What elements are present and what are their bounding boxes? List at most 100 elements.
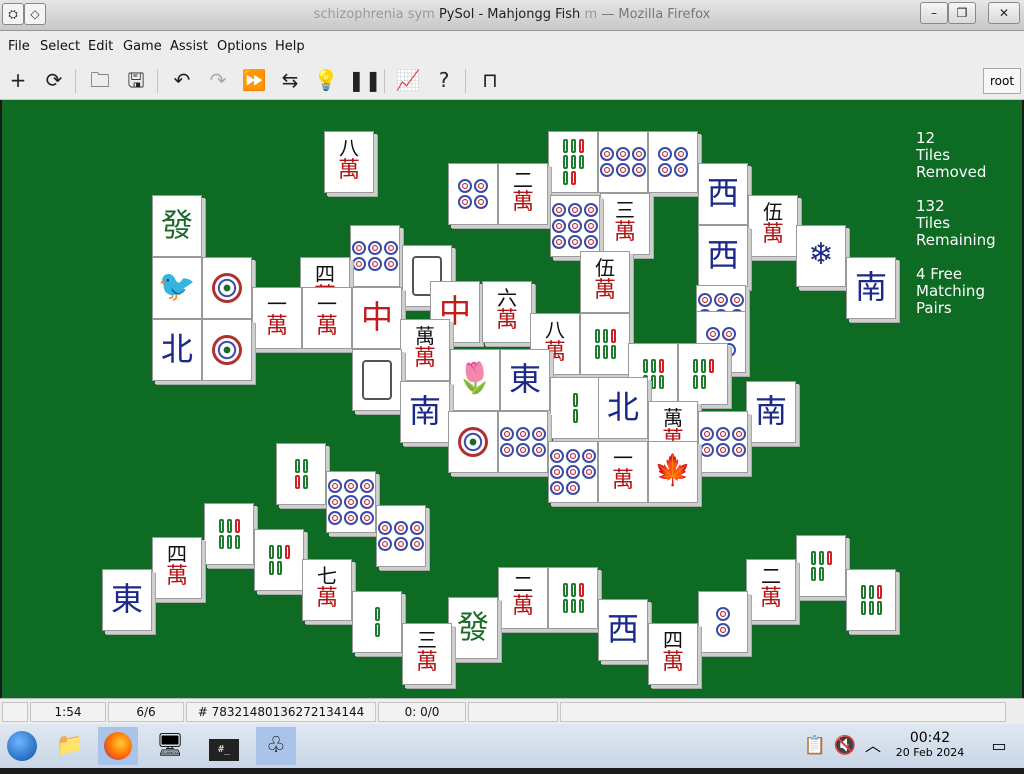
minimize-button[interactable]: – (920, 2, 948, 24)
menu-file[interactable]: File (8, 39, 30, 54)
bonus-tile[interactable]: 🍁 (648, 441, 698, 503)
character-tile[interactable]: 萬萬 (400, 319, 450, 381)
circle-tile[interactable] (648, 131, 698, 193)
bamboo-stick (692, 359, 698, 373)
honor-tile[interactable]: 東 (500, 349, 550, 411)
restart-icon[interactable]: ⟳ (40, 67, 68, 93)
start-menu-icon[interactable] (2, 727, 42, 765)
character-tile[interactable]: 四萬 (648, 623, 698, 685)
bamboo-tile[interactable] (204, 503, 254, 565)
menu-edit[interactable]: Edit (88, 39, 113, 54)
bamboo-tile[interactable] (678, 343, 728, 405)
circle-tile[interactable] (448, 163, 498, 225)
honor-tile[interactable]: 北 (152, 319, 202, 381)
circle-tile[interactable] (698, 411, 748, 473)
honor-tile[interactable]: 南 (746, 381, 796, 443)
quit-icon[interactable]: ⊓ (476, 67, 504, 93)
redo-icon[interactable]: ↷ (204, 67, 232, 93)
honor-tile[interactable]: 東 (102, 569, 152, 631)
flower-circle-tile[interactable] (448, 411, 498, 473)
free-pairs-stat: 4 Free Matching Pairs (916, 265, 985, 317)
bamboo-tile[interactable] (352, 591, 402, 653)
help-icon[interactable]: ? (430, 67, 458, 93)
menu-select[interactable]: Select (40, 39, 80, 54)
game-board[interactable]: 八萬發🐦北一萬四萬一萬中二萬三萬西伍萬❄南西中六萬伍萬八萬南🌷東北南一萬🍁萬萬東… (2, 100, 1022, 698)
bonus-tile[interactable]: 🌷 (450, 349, 500, 411)
volume-muted-icon[interactable]: 🔇 (830, 727, 860, 765)
pause-icon[interactable]: ❚❚ (348, 67, 382, 93)
open-icon[interactable]: 🗀 (86, 67, 114, 93)
character-tile[interactable]: 二萬 (498, 163, 548, 225)
character-tile[interactable]: 七萬 (302, 559, 352, 621)
bamboo-tile[interactable] (276, 443, 326, 505)
honor-tile[interactable]: 西 (698, 225, 748, 287)
clock[interactable]: 00:42 20 Feb 2024 (890, 730, 970, 759)
maximize-button[interactable]: ❐ (948, 2, 976, 24)
bamboo-tile[interactable] (548, 131, 598, 193)
clipboard-icon[interactable]: 📋 (800, 727, 830, 765)
character-tile[interactable]: 三萬 (600, 193, 650, 255)
flower-circle-tile[interactable] (202, 319, 252, 381)
undo-icon[interactable]: ↶ (168, 67, 196, 93)
character-tile[interactable]: 一萬 (598, 441, 648, 503)
honor-tile[interactable]: 西 (598, 599, 648, 661)
terminal-icon[interactable]: #_ (204, 727, 244, 765)
bamboo-tile[interactable] (254, 529, 304, 591)
circle-tile[interactable] (548, 441, 598, 503)
firefox-icon[interactable] (98, 727, 138, 765)
show-desktop-icon[interactable]: ▭ (984, 727, 1014, 765)
character-tile[interactable]: 一萬 (252, 287, 302, 349)
bamboo-tile[interactable] (548, 567, 598, 629)
character-tile[interactable]: 伍萬 (580, 251, 630, 313)
character-tile[interactable]: 八萬 (324, 131, 374, 193)
menu-options[interactable]: Options (217, 39, 267, 54)
save-icon[interactable]: 🖫 (122, 67, 150, 93)
honor-tile[interactable]: 北 (598, 377, 648, 439)
file-manager-icon[interactable]: 📁 (50, 727, 90, 765)
circle-tile[interactable] (598, 131, 648, 193)
close-button[interactable]: ✕ (988, 2, 1020, 24)
character-tile[interactable]: 一萬 (302, 287, 352, 349)
circle-tile[interactable] (498, 411, 548, 473)
honor-tile[interactable]: 西 (698, 163, 748, 225)
wan-glyph: 萬 (265, 314, 288, 339)
bamboo-tile[interactable] (846, 569, 896, 631)
tray-expand-icon[interactable]: ︿ (860, 727, 886, 765)
honor-tile[interactable]: 中 (352, 287, 402, 349)
circle-tile[interactable] (550, 195, 600, 257)
wan-glyph: 萬 (613, 220, 636, 245)
circle-tile[interactable] (698, 591, 748, 653)
character-tile[interactable]: 伍萬 (748, 195, 798, 257)
character-tile[interactable]: 二萬 (498, 567, 548, 629)
menu-help[interactable]: Help (275, 39, 305, 54)
bamboo-stick (374, 607, 380, 621)
flower-circle-tile[interactable] (202, 257, 252, 319)
circle-tile[interactable] (326, 471, 376, 533)
menu-game[interactable]: Game (123, 39, 162, 54)
character-tile[interactable]: 二萬 (746, 559, 796, 621)
circle-tile[interactable] (376, 505, 426, 567)
menu-assist[interactable]: Assist (170, 39, 208, 54)
honor-tile[interactable]: 南 (846, 257, 896, 319)
bamboo-tile[interactable] (580, 313, 630, 375)
honor-tile[interactable]: 發 (152, 195, 202, 257)
bamboo-tile[interactable] (796, 535, 846, 597)
circle-pip (328, 511, 342, 525)
shuffle-icon[interactable]: ⇆ (276, 67, 304, 93)
statistics-icon[interactable]: 📈 (394, 67, 422, 93)
autodrop-icon[interactable]: ⏩ (240, 67, 268, 93)
circle-tile[interactable] (350, 225, 400, 287)
white-dragon-tile[interactable] (352, 349, 402, 411)
hint-icon[interactable]: 💡 (312, 67, 340, 93)
pysol-icon[interactable]: ♧ (256, 727, 296, 765)
character-tile[interactable]: 四萬 (152, 537, 202, 599)
new-icon[interactable]: + (4, 67, 32, 93)
bamboo-tile[interactable] (550, 377, 600, 439)
system-settings-icon[interactable]: 🖥 (150, 727, 190, 765)
character-tile[interactable]: 三萬 (402, 623, 452, 685)
honor-tile[interactable]: 發 (448, 597, 498, 659)
bonus-tile[interactable]: 🐦 (152, 257, 202, 319)
character-tile[interactable]: 六萬 (482, 281, 532, 343)
bonus-tile[interactable]: ❄ (796, 225, 846, 287)
honor-tile[interactable]: 南 (400, 381, 450, 443)
